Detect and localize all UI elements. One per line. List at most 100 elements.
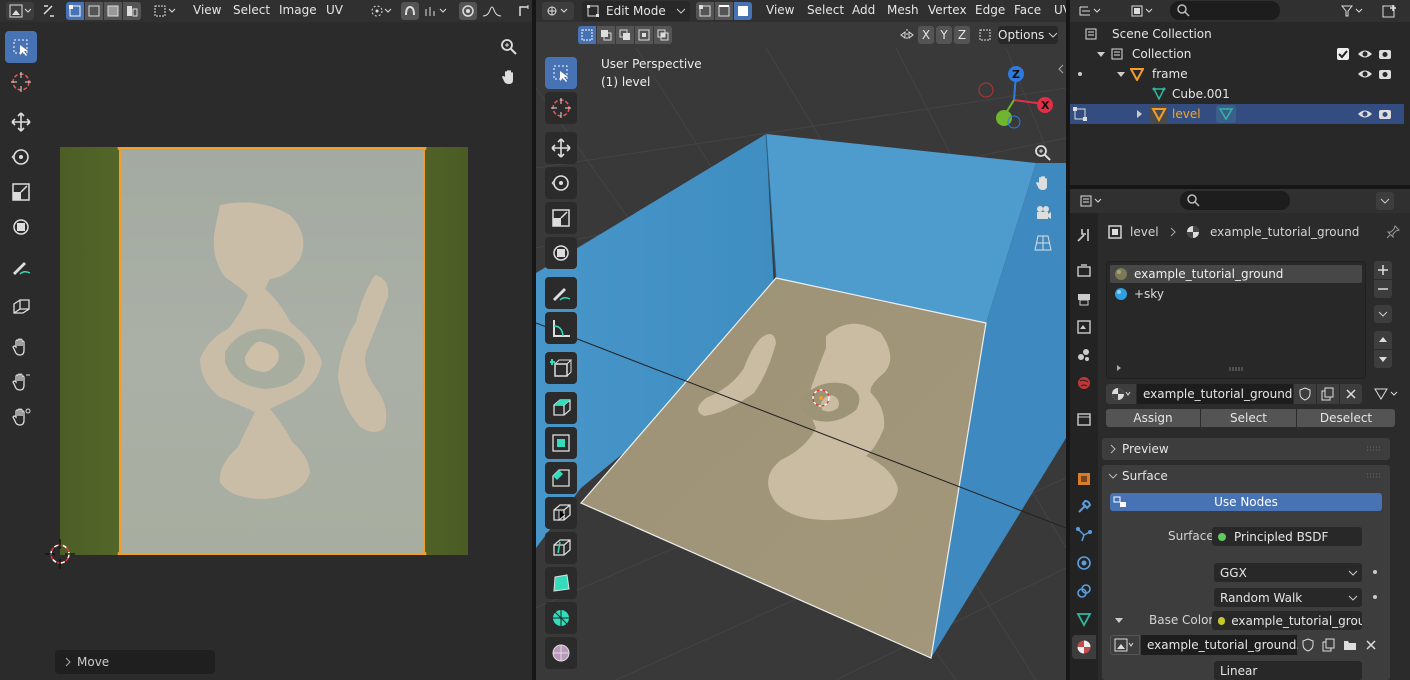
area-divider[interactable]	[532, 0, 536, 680]
deselect-button[interactable]: Deselect	[1297, 409, 1395, 427]
viewport-menu-view[interactable]: View	[766, 3, 794, 17]
perspective-toggle-icon[interactable]	[1032, 232, 1054, 254]
select-subtract-icon[interactable]	[616, 26, 634, 44]
tool-select-box[interactable]	[545, 57, 577, 89]
tool-move[interactable]	[545, 132, 577, 164]
outliner-search-input[interactable]	[1170, 1, 1280, 20]
tool-inset[interactable]	[545, 427, 577, 459]
filter-icon[interactable]	[1338, 2, 1368, 20]
snap-icon[interactable]	[401, 2, 419, 20]
eye-icon[interactable]	[1357, 67, 1373, 81]
viewport-menu-face[interactable]: Face	[1014, 3, 1041, 17]
camera-view-icon[interactable]	[1032, 202, 1054, 224]
last-operator-panel[interactable]: Move	[55, 650, 215, 674]
image-pin-icon[interactable]	[515, 2, 532, 20]
uv-menu-uv[interactable]: UV	[326, 3, 343, 17]
slot-specials-icon[interactable]	[1374, 305, 1392, 323]
constraints-tab-icon[interactable]	[1074, 581, 1094, 601]
island-select-mode-icon[interactable]	[123, 2, 141, 20]
uv-tool-move[interactable]	[5, 106, 37, 138]
socket-dot-icon[interactable]	[1373, 595, 1377, 599]
expand-down-icon[interactable]	[1114, 615, 1124, 625]
duplicate-material-icon[interactable]	[1317, 384, 1339, 404]
editor-type-icon[interactable]	[6, 2, 34, 20]
uv-menu-view[interactable]: View	[193, 3, 221, 17]
particles-tab-icon[interactable]	[1074, 525, 1094, 545]
render-tab-icon[interactable]	[1074, 261, 1094, 281]
expand-down-icon[interactable]	[1116, 69, 1126, 79]
uv-menu-image[interactable]: Image	[279, 3, 317, 17]
edge-select-mode-icon[interactable]	[85, 2, 103, 20]
viewport-menu-uv[interactable]: UV	[1054, 3, 1066, 17]
face-mode-icon[interactable]	[734, 2, 752, 20]
world-tab-icon[interactable]	[1074, 373, 1094, 393]
tool-transform[interactable]	[545, 237, 577, 269]
colorspace-dropdown[interactable]: Linear	[1214, 661, 1362, 680]
topology-mirror-icon[interactable]	[976, 26, 994, 44]
tool-loop-cut[interactable]	[545, 497, 577, 529]
tool-bevel[interactable]	[545, 462, 577, 494]
select-new-icon[interactable]	[578, 26, 596, 44]
move-slot-down-icon[interactable]	[1374, 350, 1392, 368]
camera-icon[interactable]	[1378, 47, 1392, 61]
uv-pan-icon[interactable]	[498, 66, 520, 88]
scene-tab-icon[interactable]	[1074, 345, 1094, 365]
sidebar-toggle-icon[interactable]	[1056, 62, 1066, 76]
pivot-point-icon[interactable]	[368, 2, 396, 20]
unlink-image-icon[interactable]	[1361, 635, 1381, 655]
unlink-material-icon[interactable]	[1340, 384, 1362, 404]
tool-smooth[interactable]	[545, 637, 577, 669]
open-image-icon[interactable]	[1340, 635, 1360, 655]
tool-cursor[interactable]	[545, 92, 577, 124]
move-slot-up-icon[interactable]	[1374, 331, 1392, 349]
tool-extrude[interactable]	[545, 392, 577, 424]
preview-panel-header[interactable]: Preview	[1102, 438, 1390, 460]
material-tab-icon[interactable]	[1072, 635, 1096, 659]
outliner-row-frame[interactable]: frame	[1070, 64, 1410, 84]
sticky-selection-icon[interactable]	[152, 2, 180, 20]
uv-tool-cursor[interactable]	[5, 66, 37, 98]
viewport-scene[interactable]	[536, 48, 1066, 680]
modifier-tab-icon[interactable]	[1074, 497, 1094, 517]
drag-grip-icon[interactable]	[1366, 446, 1382, 452]
uv-tool-select-box[interactable]	[5, 31, 37, 63]
collection-tab-icon[interactable]	[1074, 409, 1094, 429]
image-duplicate-icon[interactable]	[1319, 635, 1339, 655]
outliner-row-cube[interactable]: Cube.001	[1070, 84, 1410, 104]
tool-tab-icon[interactable]	[1074, 225, 1094, 245]
output-tab-icon[interactable]	[1074, 289, 1094, 309]
mesh-data-icon[interactable]	[1216, 105, 1236, 123]
vertex-mode-icon[interactable]	[696, 2, 714, 20]
viewport-menu-select[interactable]: Select	[807, 3, 844, 17]
navigation-gizmo[interactable]: Z X	[976, 62, 1056, 132]
uv-tool-rip[interactable]	[5, 291, 37, 323]
outliner-editor-type-icon[interactable]	[1076, 2, 1106, 20]
viewport-menu-edge[interactable]: Edge	[975, 3, 1005, 17]
select-invert-icon[interactable]	[635, 26, 653, 44]
image-fake-user-icon[interactable]	[1298, 635, 1318, 655]
display-mode-icon[interactable]	[1128, 2, 1158, 20]
face-select-mode-icon[interactable]	[104, 2, 122, 20]
physics-tab-icon[interactable]	[1074, 553, 1094, 573]
outliner-row-level[interactable]: level	[1070, 104, 1404, 124]
edge-mode-icon[interactable]	[715, 2, 733, 20]
eye-icon[interactable]	[1357, 107, 1373, 121]
eye-icon[interactable]	[1357, 47, 1373, 61]
select-button[interactable]: Select	[1201, 409, 1296, 427]
image-browse-button[interactable]	[1110, 635, 1140, 655]
remove-slot-icon[interactable]	[1374, 280, 1392, 298]
image-name-field[interactable]: example_tutorial_ground.tif	[1141, 635, 1313, 655]
new-collection-icon[interactable]	[1380, 2, 1400, 20]
tool-poly-build[interactable]	[545, 567, 577, 599]
tool-knife[interactable]	[545, 532, 577, 564]
tool-annotate[interactable]	[545, 277, 577, 309]
material-slot-item[interactable]: example_tutorial_ground	[1110, 265, 1362, 283]
tool-measure[interactable]	[545, 312, 577, 344]
uv-tool-grab[interactable]	[5, 331, 37, 363]
tool-scale[interactable]	[545, 202, 577, 234]
uv-2d-cursor[interactable]	[45, 539, 75, 569]
list-expand-icon[interactable]	[1115, 363, 1123, 373]
distribution-dropdown[interactable]: GGX	[1214, 563, 1362, 582]
tool-add-cube[interactable]	[545, 352, 577, 384]
add-slot-icon[interactable]	[1374, 261, 1392, 279]
